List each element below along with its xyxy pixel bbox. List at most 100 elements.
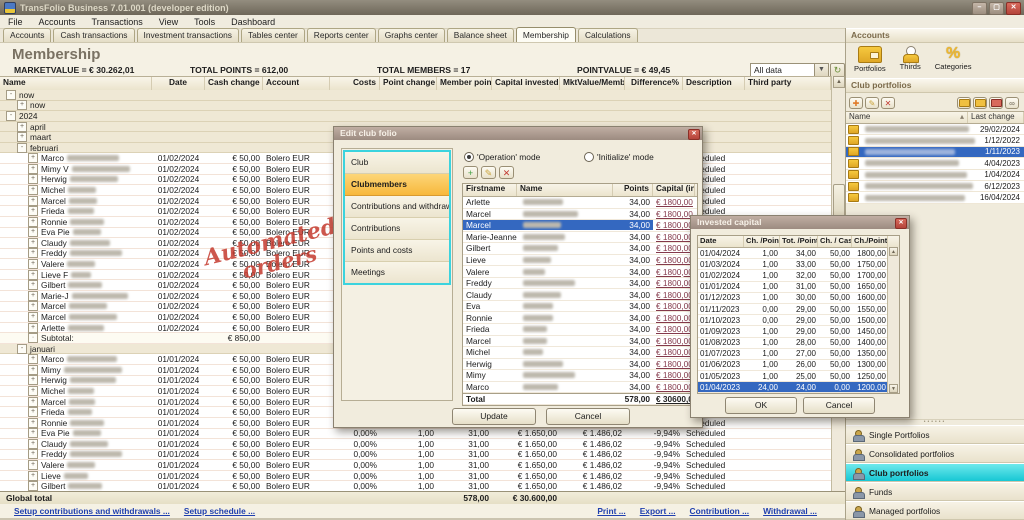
tab-reports-center[interactable]: Reports center (307, 28, 376, 42)
portfolio-row[interactable]: 1/12/2022 (846, 135, 1024, 146)
expand-icon[interactable]: + (28, 428, 38, 438)
member-row[interactable]: +Freddy01/01/2024€ 50,00Bolero EUR0,00%1… (0, 450, 831, 461)
capital-link[interactable]: € 1800,00 (656, 290, 693, 300)
maximize-button[interactable]: ▢ (989, 2, 1004, 15)
capital-link[interactable]: € 1800,00 (656, 382, 693, 392)
capital-row[interactable]: 01/08/20231,0028,0050,001400,00 (698, 338, 888, 349)
accounts-categories-button[interactable]: %Categories (935, 46, 972, 71)
tab-accounts[interactable]: Accounts (3, 28, 51, 42)
expand-icon[interactable]: + (28, 270, 38, 280)
capital-row[interactable]: 01/10/20230,0029,0050,001500,00 (698, 315, 888, 326)
expand-icon[interactable]: + (28, 386, 38, 396)
capital-link[interactable]: € 1800,00 (656, 301, 693, 311)
dialog-nav-clubmembers[interactable]: Clubmembers (345, 174, 449, 196)
expand-icon[interactable]: + (28, 301, 38, 311)
portfolio-row[interactable]: 1/04/2024 (846, 170, 1024, 181)
expand-icon[interactable]: + (28, 291, 38, 301)
member-row[interactable]: +Lieve01/01/2024€ 50,00Bolero EUR0,00%1,… (0, 471, 831, 482)
member-row[interactable]: Marie-Jeanne34,00€ 1800,00 (463, 232, 697, 244)
expand-icon[interactable]: + (28, 259, 38, 269)
tab-calculations[interactable]: Calculations (578, 28, 638, 42)
nav-managed-portfolios[interactable]: Managed portfolios (846, 501, 1024, 520)
capital-row[interactable]: 01/04/20241,0034,0050,001800,00 (698, 248, 888, 259)
expand-icon[interactable]: + (28, 217, 38, 227)
capital-row[interactable]: 01/11/20230,0029,0050,001550,00 (698, 304, 888, 315)
capital-link[interactable]: € 1800,00 (656, 278, 693, 288)
capital-row[interactable]: 01/09/20231,0029,0050,001450,00 (698, 326, 888, 337)
member-row[interactable]: Freddy34,00€ 1800,00 (463, 278, 697, 290)
member-row[interactable]: +Valere01/01/2024€ 50,00Bolero EUR0,00%1… (0, 460, 831, 471)
group-row[interactable]: +now (0, 101, 831, 112)
dialog-close-icon[interactable]: ✕ (688, 129, 700, 140)
column-last-change[interactable]: Last change (968, 112, 1024, 123)
portfolio-row[interactable]: 1/11/2023 (846, 147, 1024, 158)
menu-accounts[interactable]: Accounts (31, 17, 84, 27)
member-row[interactable]: Valere34,00€ 1800,00 (463, 266, 697, 278)
add-to-group-button[interactable] (973, 97, 987, 109)
dialog-titlebar[interactable]: Invested capital ✕ (691, 216, 909, 229)
member-row[interactable]: Michel34,00€ 1800,00 (463, 347, 697, 359)
expand-icon[interactable]: + (28, 471, 38, 481)
expand-icon[interactable]: · (28, 333, 38, 343)
member-row[interactable]: Marco34,00€ 1800,00 (463, 382, 697, 394)
scroll-down-icon[interactable]: ▼ (889, 384, 898, 393)
initialize-mode-radio[interactable]: 'Initialize' mode (584, 152, 654, 162)
portfolio-row[interactable]: 16/04/2024 (846, 192, 1024, 203)
delete-member-button[interactable]: ✕ (499, 166, 514, 179)
tab-graphs-center[interactable]: Graphs center (378, 28, 445, 42)
expand-icon[interactable]: - (17, 143, 27, 153)
expand-icon[interactable]: + (28, 449, 38, 459)
capital-link[interactable]: € 1800,00 (656, 313, 693, 323)
new-group-button[interactable] (957, 97, 971, 109)
capital-link[interactable]: € 1800,00 (656, 232, 693, 242)
dialog-nav-contributions-and-withdrawals[interactable]: Contributions and withdrawals (345, 196, 449, 218)
nav-club-portfolios[interactable]: Club portfolios (846, 463, 1024, 482)
accounts-thirds-button[interactable]: Thirds (900, 46, 921, 71)
scroll-up-icon[interactable]: ▲ (889, 247, 898, 256)
expand-icon[interactable]: + (28, 280, 38, 290)
expand-icon[interactable]: + (28, 439, 38, 449)
expand-icon[interactable]: + (28, 174, 38, 184)
expand-icon[interactable]: + (28, 323, 38, 333)
expand-icon[interactable]: + (28, 164, 38, 174)
dialog-nav-club[interactable]: Club (345, 152, 449, 174)
update-button[interactable]: Update (452, 408, 536, 425)
dialog-titlebar[interactable]: Edit club folio ✕ (334, 127, 702, 140)
expand-icon[interactable]: + (28, 407, 38, 417)
member-row[interactable]: Gilbert34,00€ 1800,00 (463, 243, 697, 255)
cancel-button[interactable]: Cancel (803, 397, 875, 414)
expand-icon[interactable]: + (28, 481, 38, 491)
remove-group-button[interactable] (989, 97, 1003, 109)
member-row[interactable]: Mimy34,00€ 1800,00 (463, 370, 697, 382)
expand-icon[interactable]: + (28, 312, 38, 322)
edit-member-button[interactable]: ✎ (481, 166, 496, 179)
capital-row[interactable]: 01/12/20231,0030,0050,001600,00 (698, 293, 888, 304)
expand-icon[interactable]: + (28, 460, 38, 470)
expand-icon[interactable]: + (28, 354, 38, 364)
dialog-nav-points-and-costs[interactable]: Points and costs (345, 240, 449, 262)
add-portfolio-button[interactable]: ✚ (849, 97, 863, 109)
group-row[interactable]: -now (0, 90, 831, 101)
expand-icon[interactable]: + (28, 418, 38, 428)
expand-icon[interactable]: - (6, 111, 16, 121)
member-row[interactable]: Eva34,00€ 1800,00 (463, 301, 697, 313)
expand-icon[interactable]: + (28, 397, 38, 407)
group-row[interactable]: -2024 (0, 111, 831, 122)
portfolio-row[interactable]: 29/02/2024 (846, 124, 1024, 135)
capital-link[interactable]: € 1800,00 (656, 370, 693, 380)
footer-link[interactable]: Export ... (640, 506, 676, 516)
capital-link[interactable]: € 1800,00 (656, 267, 693, 277)
dialog-close-icon[interactable]: ✕ (895, 218, 907, 229)
tab-membership[interactable]: Membership (516, 27, 576, 42)
footer-link[interactable]: Setup contributions and withdrawals ... (14, 506, 170, 516)
delete-portfolio-button[interactable]: ✕ (881, 97, 895, 109)
capital-link[interactable]: € 1800,00 (656, 324, 693, 334)
operation-mode-radio[interactable]: 'Operation' mode (464, 152, 540, 162)
member-row[interactable]: Arlette34,00€ 1800,00 (463, 197, 697, 209)
expand-icon[interactable]: + (28, 248, 38, 258)
minimize-button[interactable]: – (972, 2, 987, 15)
expand-icon[interactable]: - (6, 90, 16, 100)
ok-button[interactable]: OK (725, 397, 797, 414)
member-row[interactable]: +Eva Pie01/01/2024€ 50,00Bolero EUR0,00%… (0, 429, 831, 440)
member-row[interactable]: Frieda34,00€ 1800,00 (463, 324, 697, 336)
